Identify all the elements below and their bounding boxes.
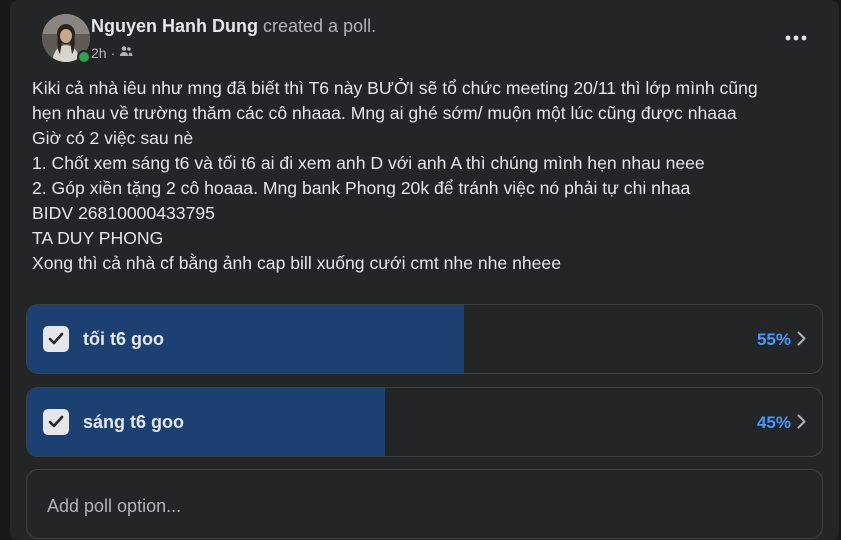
post-line: TA DUY PHONG [32,228,164,248]
post-line: 2. Góp xiền tặng 2 cô hoaaa. Mng bank Ph… [32,178,691,198]
checkmark-icon [48,415,64,428]
post-line: hẹn nhau về trường thăm các cô nhaaa. Mn… [32,103,737,123]
poll-option-sang-t6[interactable]: sáng t6 goo 45% [26,387,823,457]
chevron-right-icon[interactable] [797,331,806,346]
poll-option-percent: 55% [756,330,791,349]
poll-option-percent: 45% [756,413,791,432]
post-line: 1. Chốt xem sáng t6 và tối t6 ai đi xem … [32,153,705,173]
poll-option-label: tối t6 goo [83,329,164,349]
post-header: Nguyen Hanh Dung created a poll. [91,16,376,37]
post-line: Giờ có 2 việc sau nè [32,128,194,148]
post-line: Kiki cả nhà iêu như mng đã biết thì T6 n… [32,78,758,98]
post-timestamp[interactable]: 2h [91,45,107,61]
post-body: Kiki cả nhà iêu như mng đã biết thì T6 n… [32,76,822,276]
post-line: BIDV 26810000433795 [32,203,215,223]
meta-separator: · [110,44,116,61]
add-poll-option-input[interactable]: Add poll option... [26,469,823,539]
author-name[interactable]: Nguyen Hanh Dung [91,16,258,36]
vote-share-bar [27,388,385,456]
friends-icon[interactable] [119,44,133,61]
post-meta: 2h · [91,44,133,61]
more-horizontal-icon [785,35,807,41]
poll-checkbox[interactable] [43,326,69,352]
checkmark-icon [48,332,64,345]
poll-option-label: sáng t6 goo [83,412,185,432]
online-status-dot [77,50,91,64]
poll-option-toi-t6[interactable]: tối t6 goo 55% [26,304,823,374]
post-action-text: created a poll. [263,16,377,36]
add-poll-option-placeholder: Add poll option... [47,496,182,516]
chevron-right-icon[interactable] [797,414,806,429]
more-options-button[interactable] [781,24,811,52]
post-line: Xong thì cả nhà cf bằng ảnh cap bill xuố… [32,253,562,273]
poll-checkbox[interactable] [43,409,69,435]
